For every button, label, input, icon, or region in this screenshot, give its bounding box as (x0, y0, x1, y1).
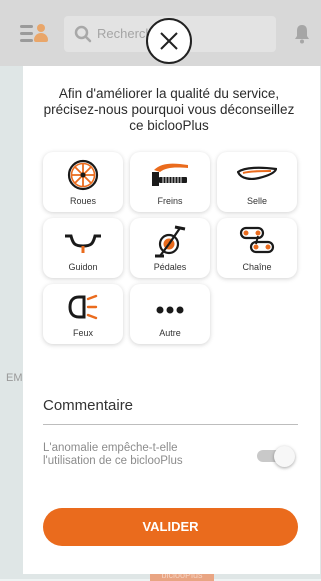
chain-icon (239, 226, 275, 254)
saddle-icon (237, 166, 277, 180)
pedal-icon (155, 225, 186, 258)
option-roues[interactable]: Roues (43, 152, 123, 212)
handlebar-icon (65, 234, 101, 253)
option-label: Guidon (68, 262, 98, 272)
wheel-icon (67, 159, 99, 191)
toggle-knob (274, 446, 295, 467)
option-label: Roues (69, 196, 96, 206)
close-button[interactable] (146, 18, 192, 64)
option-label: Selle (246, 196, 267, 206)
anomaly-question: L'anomalie empêche-t-elle l'utilisation … (43, 442, 183, 467)
option-label: Pédales (153, 262, 187, 272)
option-selle[interactable]: Selle (217, 152, 297, 212)
validate-button[interactable]: VALIDER (43, 508, 298, 546)
option-pedales[interactable]: Pédales (130, 218, 210, 278)
option-guidon[interactable]: Guidon (43, 218, 123, 278)
anomaly-toggle[interactable] (255, 446, 297, 467)
comment-field[interactable]: Commentaire (43, 397, 133, 414)
option-freins[interactable]: Freins (130, 152, 210, 212)
light-icon (68, 294, 98, 320)
brake-icon (152, 163, 188, 186)
option-autre[interactable]: Autre (130, 284, 210, 344)
option-feux[interactable]: Feux (43, 284, 123, 344)
option-label: Feux (72, 328, 93, 338)
background-text: EM (6, 372, 23, 384)
menu-icon[interactable] (20, 24, 50, 44)
intro-text: Afin d'améliorer la qualité du service, … (43, 86, 295, 133)
close-icon (160, 32, 178, 50)
more-icon (156, 306, 184, 314)
option-chaine[interactable]: Chaîne (217, 218, 297, 278)
bell-icon[interactable] (294, 24, 310, 44)
user-icon (34, 24, 48, 42)
option-label: Freins (157, 196, 183, 206)
comment-underline (43, 424, 298, 425)
search-icon (74, 25, 92, 43)
option-label: Autre (159, 328, 181, 338)
option-label: Chaîne (242, 262, 272, 272)
